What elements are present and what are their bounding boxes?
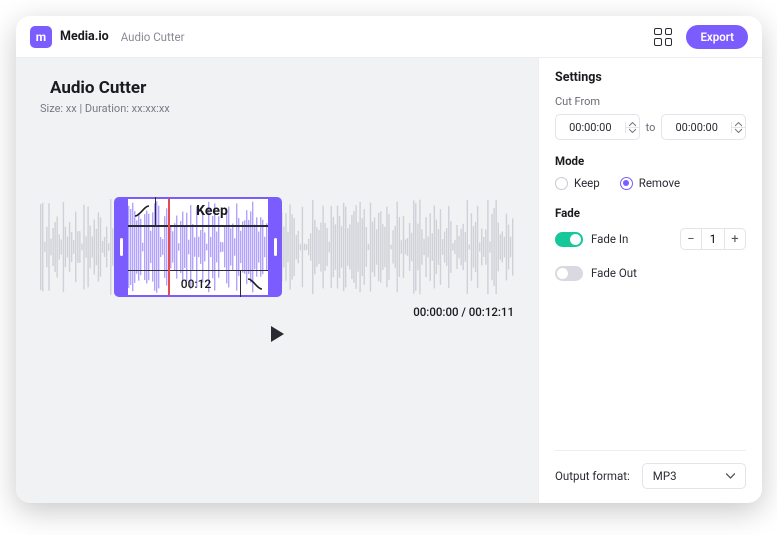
radio-off-icon	[555, 177, 568, 190]
radio-on-icon	[620, 177, 633, 190]
fade-in-label: Fade In	[591, 232, 680, 246]
fade-out-toggle[interactable]	[555, 266, 583, 281]
play-icon	[266, 323, 288, 345]
fade-heading: Fade	[555, 206, 746, 220]
fade-in-stepper[interactable]: − 1 +	[680, 228, 746, 250]
selection-label: Keep	[156, 203, 268, 219]
time-to-down[interactable]	[732, 128, 745, 133]
time-from-field[interactable]: 00:00:00	[555, 114, 640, 140]
output-format-label: Output format:	[555, 469, 630, 483]
output-format-select[interactable]: MP3	[642, 463, 746, 489]
chevron-down-icon	[735, 128, 742, 133]
file-duration-label: Duration: xx:xx:xx	[85, 102, 170, 115]
brand-name: Media.io	[60, 29, 109, 44]
time-from-down[interactable]	[626, 128, 639, 133]
chevron-up-icon	[629, 122, 636, 127]
apps-grid-icon[interactable]	[654, 28, 672, 46]
settings-heading: Settings	[555, 70, 746, 85]
playhead-line[interactable]	[168, 199, 170, 295]
settings-panel: Settings Cut From 00:00:00 to 00:00:00	[538, 58, 762, 503]
fade-in-increment[interactable]: +	[725, 229, 745, 249]
mode-remove-radio[interactable]: Remove	[620, 176, 680, 190]
play-button[interactable]	[266, 323, 288, 345]
chevron-down-icon	[726, 473, 735, 479]
selection-duration: 00:12	[181, 277, 211, 291]
cut-from-label: Cut From	[555, 95, 746, 108]
time-to-field[interactable]: 00:00:00	[661, 114, 746, 140]
current-time: 00:00:00	[413, 305, 458, 319]
time-from-value: 00:00:00	[556, 121, 625, 134]
breadcrumb: Audio Cutter	[121, 30, 185, 44]
mode-keep-radio[interactable]: Keep	[555, 176, 600, 190]
selection-region[interactable]: Keep 00:12	[114, 197, 282, 297]
mode-heading: Mode	[555, 154, 746, 168]
page-title: Audio Cutter	[50, 78, 514, 98]
chevron-up-icon	[735, 122, 742, 127]
fade-in-value: 1	[701, 229, 725, 249]
output-format-value: MP3	[653, 469, 677, 483]
fade-out-label: Fade Out	[591, 266, 746, 280]
chevron-down-icon	[629, 128, 636, 133]
app-header: m Media.io Audio Cutter Export	[16, 16, 762, 58]
fade-out-curve-icon[interactable]	[240, 271, 268, 297]
waveform-area[interactable]: Keep 00:12	[16, 197, 538, 297]
selection-handle-right[interactable]	[268, 197, 282, 297]
total-time: 00:12:11	[469, 305, 514, 319]
export-button[interactable]: Export	[686, 25, 748, 49]
file-size-label: Size: xx	[40, 102, 77, 115]
time-display: 00:00:00 / 00:12:11	[16, 297, 538, 319]
fade-in-toggle[interactable]	[555, 232, 583, 247]
to-label: to	[646, 121, 656, 134]
file-meta: Size: xx | Duration: xx:xx:xx	[40, 102, 514, 115]
selection-handle-left[interactable]	[114, 197, 128, 297]
main-panel: Audio Cutter Size: xx | Duration: xx:xx:…	[16, 58, 538, 503]
brand-logo[interactable]: m	[30, 26, 52, 48]
fade-in-curve-icon[interactable]	[128, 197, 156, 225]
time-to-value: 00:00:00	[662, 121, 731, 134]
fade-in-decrement[interactable]: −	[681, 229, 701, 249]
